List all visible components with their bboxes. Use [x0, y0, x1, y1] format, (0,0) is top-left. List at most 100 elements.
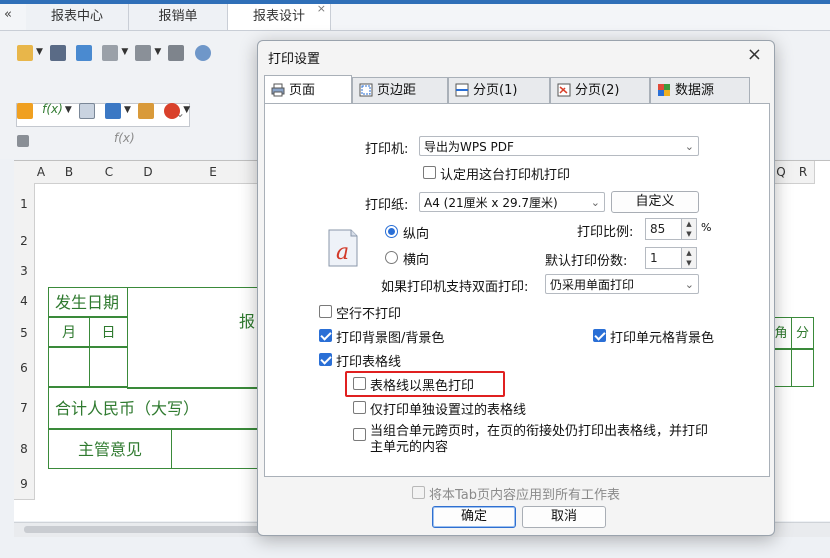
column-header-c[interactable]: C [90, 161, 129, 184]
apply-all-sheets-checkbox[interactable] [412, 486, 425, 499]
ok-button[interactable]: 确定 [432, 506, 516, 528]
cancel-button[interactable]: 取消 [522, 506, 606, 528]
row-header-6[interactable]: 6 [14, 349, 35, 388]
month-cell: 月 [48, 317, 90, 347]
row-header-9[interactable]: 9 [14, 469, 35, 500]
tab-report-design[interactable]: 报表设计 × [228, 2, 331, 30]
total-amount-cell: 合计人民币（大写） [48, 387, 258, 429]
chevron-down-icon[interactable]: ▼ [154, 47, 161, 57]
undo-icon[interactable] [168, 45, 185, 61]
page-break-2-icon [557, 83, 571, 96]
corner-header [14, 161, 35, 184]
row-header-8[interactable]: 8 [14, 429, 35, 470]
svg-text:a: a [336, 240, 349, 265]
row-header-5[interactable]: 5 [14, 317, 35, 350]
copies-spinner[interactable]: 1 ▲ ▼ [645, 247, 697, 269]
column-header-b[interactable]: B [48, 161, 91, 184]
tab-page-break-2[interactable]: 分页(2) [550, 77, 650, 103]
close-icon[interactable]: × [747, 44, 762, 65]
day-cell: 日 [89, 317, 128, 347]
page-settings-panel: 打印机: 导出为WPS PDF ⌄ 认定用这台打印机打印 打印纸: A4 (21厘… [264, 103, 770, 477]
printer-select[interactable]: 导出为WPS PDF ⌄ [419, 136, 699, 156]
supervisor-opinion-cell: 主管意见 [48, 429, 172, 469]
fen-value-cell [791, 349, 814, 387]
gridlines-black-label: 表格线以黑色打印 [370, 379, 475, 394]
copy-icon[interactable] [102, 45, 119, 61]
only-set-gridlines-checkbox[interactable] [353, 401, 366, 414]
column-header-e[interactable]: E [168, 161, 259, 184]
tab-expense-form[interactable]: 报销单 [129, 4, 228, 30]
merged-cells-checkbox[interactable] [353, 428, 366, 441]
chevron-down-icon[interactable]: ▼ [36, 47, 43, 57]
margin-icon [359, 83, 373, 96]
toolbar-row-1: ▼ ▼ ▼ [14, 41, 214, 65]
chevron-down-icon[interactable]: ▼ [124, 105, 131, 115]
row-header-2[interactable]: 2 [14, 225, 35, 258]
print-gridlines-label: 打印表格线 [336, 355, 402, 370]
duplex-label: 如果打印机支持双面打印: [381, 280, 529, 295]
spinner-down-icon[interactable]: ▼ [681, 258, 696, 268]
print-background-checkbox[interactable] [319, 329, 332, 342]
landscape-radio[interactable] [385, 251, 398, 264]
chevron-down-icon: ⌄ [590, 196, 600, 209]
image-icon[interactable] [76, 45, 93, 61]
tab-page-break-1[interactable]: 分页(1) [448, 77, 550, 103]
printer-label: 打印机: [365, 142, 409, 157]
toolbar-row-3: f(x) ▼ ▼ ▼ [14, 99, 190, 123]
chevron-down-icon[interactable]: ▼ [65, 105, 72, 115]
edit-icon[interactable] [17, 135, 29, 147]
chevron-down-icon[interactable]: ▼ [183, 105, 190, 115]
skip-empty-rows-checkbox[interactable] [319, 305, 332, 318]
row-header-7[interactable]: 7 [14, 387, 35, 430]
chevron-down-icon[interactable]: ▼ [121, 47, 128, 57]
print-cell-background-label: 打印单元格背景色 [610, 331, 715, 346]
apply-all-sheets-label: 将本Tab页内容应用到所有工作表 [429, 488, 621, 503]
function-icon[interactable]: f(x) [42, 102, 63, 116]
portrait-radio[interactable] [385, 225, 398, 238]
spinner-down-icon[interactable]: ▼ [681, 229, 696, 239]
column-header-a[interactable]: A [34, 161, 49, 184]
textbox-icon[interactable] [78, 103, 95, 119]
picture-icon[interactable] [105, 103, 122, 119]
formula-icon: f(x) [114, 131, 135, 145]
save-icon[interactable] [50, 45, 67, 61]
portrait-label: 纵向 [403, 227, 430, 242]
tab-close-icon[interactable]: × [317, 0, 326, 22]
page-break-icon [455, 83, 469, 96]
column-header-r[interactable]: R [792, 161, 815, 184]
gridlines-black-checkbox[interactable] [353, 377, 366, 390]
tab-datasource[interactable]: 数据源 [650, 77, 750, 103]
row-header-4[interactable]: 4 [14, 285, 35, 318]
row-header-1[interactable]: 1 [14, 183, 35, 226]
tab-page[interactable]: 页面 [264, 75, 352, 103]
tab-report-center[interactable]: 报表中心 [26, 4, 129, 30]
duplex-select[interactable]: 仍采用单面打印 ⌄ [545, 274, 699, 294]
merged-cells-label-line2: 主单元的内容 [370, 440, 449, 455]
row-header-3[interactable]: 3 [14, 257, 35, 286]
landscape-label: 横向 [403, 253, 430, 268]
chart-icon[interactable] [164, 103, 181, 119]
scale-spinner[interactable]: 85 ▲ ▼ [645, 218, 697, 240]
report-title-cell: 报 [127, 287, 258, 389]
paper-size-select[interactable]: A4 (21厘米 x 29.7厘米) ⌄ [419, 192, 605, 212]
tab-margins[interactable]: 页边距 [352, 77, 448, 103]
day-value-cell [89, 347, 128, 387]
print-cell-background-checkbox[interactable] [593, 329, 606, 342]
copies-label: 默认打印份数: [545, 254, 628, 269]
search-icon[interactable] [194, 45, 211, 61]
tab-scroll-left-icon[interactable]: « [4, 7, 12, 22]
document-tab-bar: « 报表中心 报销单 报表设计 × [0, 0, 830, 31]
default-printer-label: 认定用这台打印机打印 [440, 168, 571, 183]
pen-icon[interactable] [138, 103, 155, 119]
open-folder-icon[interactable] [17, 45, 33, 61]
default-printer-checkbox[interactable] [423, 166, 436, 179]
paste-icon[interactable] [135, 45, 152, 61]
skip-empty-rows-label: 空行不打印 [336, 307, 402, 322]
dialog-title: 打印设置 [268, 52, 321, 67]
print-gridlines-checkbox[interactable] [319, 353, 332, 366]
custom-paper-button[interactable]: 自定义 [611, 191, 699, 213]
column-header-d[interactable]: D [128, 161, 169, 184]
page-orientation-icon: a [328, 229, 358, 267]
fill-color-icon[interactable] [17, 103, 33, 119]
datasource-icon [658, 83, 670, 96]
